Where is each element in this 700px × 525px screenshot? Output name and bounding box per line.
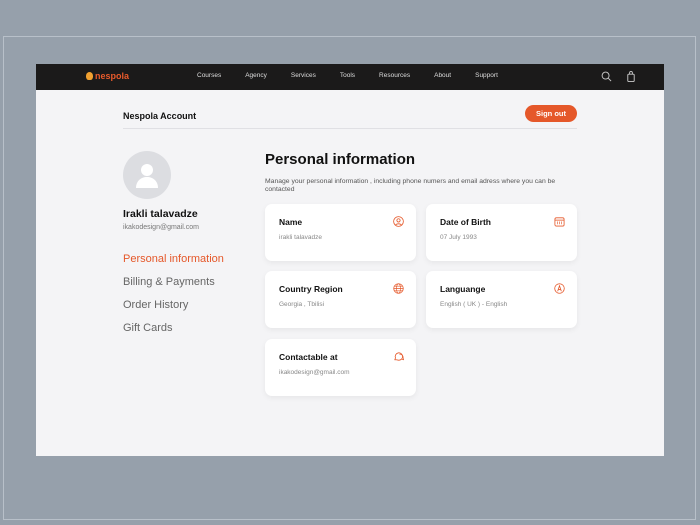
card-value: English ( UK ) - English <box>440 301 508 308</box>
bag-icon[interactable] <box>626 71 636 82</box>
account-header: Nespola Account Sign out <box>123 105 577 129</box>
page-title: Personal information <box>265 151 416 168</box>
card-label: Languange <box>440 284 486 294</box>
card-contactable-at[interactable]: Contactable at ikakodesign@gmail.com <box>265 339 416 396</box>
menu-gift-cards[interactable]: Gift Cards <box>123 322 224 345</box>
browser-window: nespola Courses Agency Services Tools Re… <box>36 64 664 456</box>
card-value: irakli talavadze <box>279 234 322 241</box>
card-language[interactable]: Languange English ( UK ) - English <box>426 271 577 328</box>
nav-services[interactable]: Services <box>291 72 316 79</box>
menu-order-history[interactable]: Order History <box>123 299 224 322</box>
chat-icon <box>394 352 404 361</box>
page-description: Manage your personal information , inclu… <box>265 178 556 193</box>
sign-out-button[interactable]: Sign out <box>525 105 577 122</box>
calendar-icon <box>554 217 565 227</box>
side-menu: Personal information Billing & Payments … <box>123 253 224 345</box>
card-country-region[interactable]: Country Region Georgia , Tbilisi <box>265 271 416 328</box>
avatar[interactable] <box>123 151 171 199</box>
search-icon[interactable] <box>601 71 612 82</box>
card-value: ikakodesign@gmail.com <box>279 369 350 376</box>
card-name[interactable]: Name irakli talavadze <box>265 204 416 261</box>
nav-tools[interactable]: Tools <box>340 72 355 79</box>
menu-billing-payments[interactable]: Billing & Payments <box>123 276 224 299</box>
nav-about[interactable]: About <box>434 72 451 79</box>
language-icon <box>554 283 565 294</box>
logo-text: nespola <box>95 71 130 81</box>
card-value: Georgia , Tbilisi <box>279 301 325 308</box>
card-value: 07 July 1993 <box>440 234 477 241</box>
user-icon <box>393 216 404 227</box>
nav-agency[interactable]: Agency <box>245 72 267 79</box>
user-email: ikakodesign@gmail.com <box>123 224 199 231</box>
nav-resources[interactable]: Resources <box>379 72 410 79</box>
logo[interactable]: nespola <box>86 71 129 81</box>
globe-icon <box>393 283 404 294</box>
card-label: Contactable at <box>279 352 338 362</box>
nav-support[interactable]: Support <box>475 72 498 79</box>
card-date-of-birth[interactable]: Date of Birth 07 July 1993 <box>426 204 577 261</box>
menu-personal-information[interactable]: Personal information <box>123 253 224 276</box>
logo-icon <box>86 72 93 80</box>
card-label: Date of Birth <box>440 217 491 227</box>
nav-courses[interactable]: Courses <box>197 72 221 79</box>
user-name: Irakli talavadze <box>123 208 198 220</box>
user-placeholder-icon <box>136 164 158 188</box>
top-nav: nespola Courses Agency Services Tools Re… <box>36 64 664 90</box>
card-label: Country Region <box>279 284 343 294</box>
card-label: Name <box>279 217 303 227</box>
account-title: Nespola Account <box>123 111 197 121</box>
